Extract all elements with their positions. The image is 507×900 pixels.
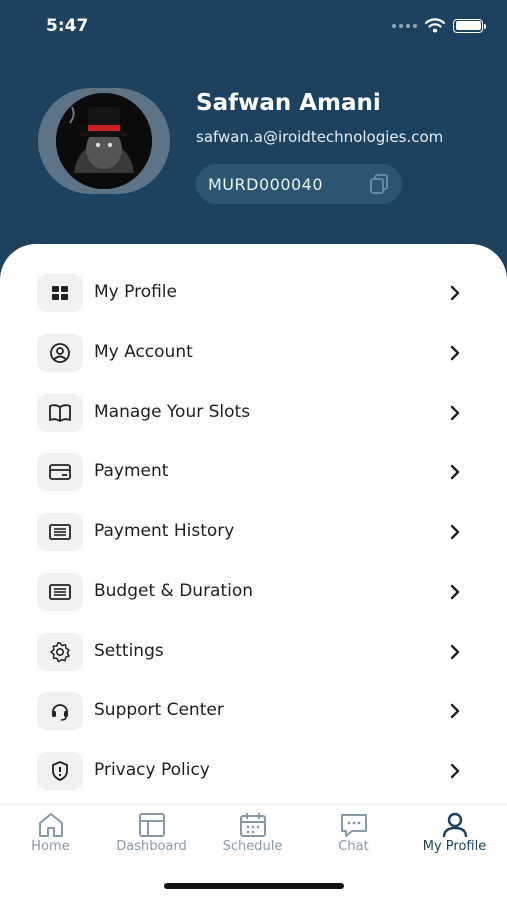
tab-label: My Profile [422,839,487,854]
tab-my-profile[interactable]: My Profile [404,805,505,865]
tab-home[interactable]: Home [0,805,101,865]
avatar-ring[interactable] [38,88,170,194]
tab-schedule[interactable]: Schedule [202,805,303,865]
status-time: 5:47 [46,16,89,36]
menu-list: My Profile My Account Manage Your Slots … [0,268,507,806]
card-icon [37,453,83,492]
grid-icon [37,274,83,312]
list-card-icon [37,572,83,611]
chevron-right-icon [450,465,460,480]
status-icons [392,18,486,33]
user-name: Safwan Amani [196,90,381,116]
tab-chat[interactable]: Chat [303,805,404,865]
user-email: safwan.a@iroidtechnologies.com [196,128,444,146]
gear-icon [37,632,83,671]
battery-icon [453,18,486,33]
shield-icon [37,752,83,790]
menu-item-manage-slots[interactable]: Manage Your Slots [0,388,507,448]
chat-icon [340,814,367,837]
menu-item-payment[interactable]: Payment [0,447,507,507]
person-icon [442,812,467,838]
tab-label: Home [31,839,70,854]
chevron-right-icon [450,405,460,420]
menu-item-label: My Profile [94,282,177,302]
menu-item-label: Payment [94,461,169,482]
copy-icon[interactable] [368,173,390,195]
tab-label: Chat [338,839,369,854]
member-id-pill: MURD000040 [196,164,402,204]
chevron-right-icon [450,345,460,360]
headset-icon [37,692,83,731]
wifi-icon [425,18,445,33]
menu-item-settings[interactable]: Settings [0,627,507,687]
user-circle-icon [37,333,83,372]
chevron-right-icon [450,763,460,779]
home-indicator[interactable] [164,883,344,889]
menu-item-my-profile[interactable]: My Profile [0,268,507,328]
menu-item-label: Payment History [94,521,235,541]
signal-icon [392,23,417,28]
menu-item-label: Manage Your Slots [94,401,251,422]
menu-item-label: Settings [94,640,164,661]
menu-sheet: My Profile My Account Manage Your Slots … [0,244,507,804]
tab-label: Dashboard [116,839,187,854]
tab-label: Schedule [222,839,283,854]
menu-item-label: Budget & Duration [94,580,254,601]
menu-item-budget-duration[interactable]: Budget & Duration [0,567,507,627]
avatar-image [56,93,152,189]
book-icon [37,393,83,432]
member-id: MURD000040 [208,174,324,194]
dashboard-icon [138,813,165,837]
avatar [56,93,152,189]
menu-item-label: Privacy Policy [94,760,210,780]
chevron-right-icon [450,285,460,301]
tab-dashboard[interactable]: Dashboard [101,805,202,865]
calendar-icon [239,813,266,837]
home-icon [38,813,63,837]
chevron-right-icon [450,644,460,659]
list-card-icon [37,513,83,551]
menu-item-label: Support Center [94,700,224,721]
menu-item-label: My Account [94,341,193,362]
status-bar: 5:47 [0,0,507,56]
chevron-right-icon [450,704,460,719]
menu-item-privacy-policy[interactable]: Privacy Policy [0,746,507,806]
chevron-right-icon [450,584,460,599]
menu-item-payment-history[interactable]: Payment History [0,507,507,567]
menu-item-support-center[interactable]: Support Center [0,686,507,746]
chevron-right-icon [450,524,460,540]
menu-item-my-account[interactable]: My Account [0,328,507,388]
